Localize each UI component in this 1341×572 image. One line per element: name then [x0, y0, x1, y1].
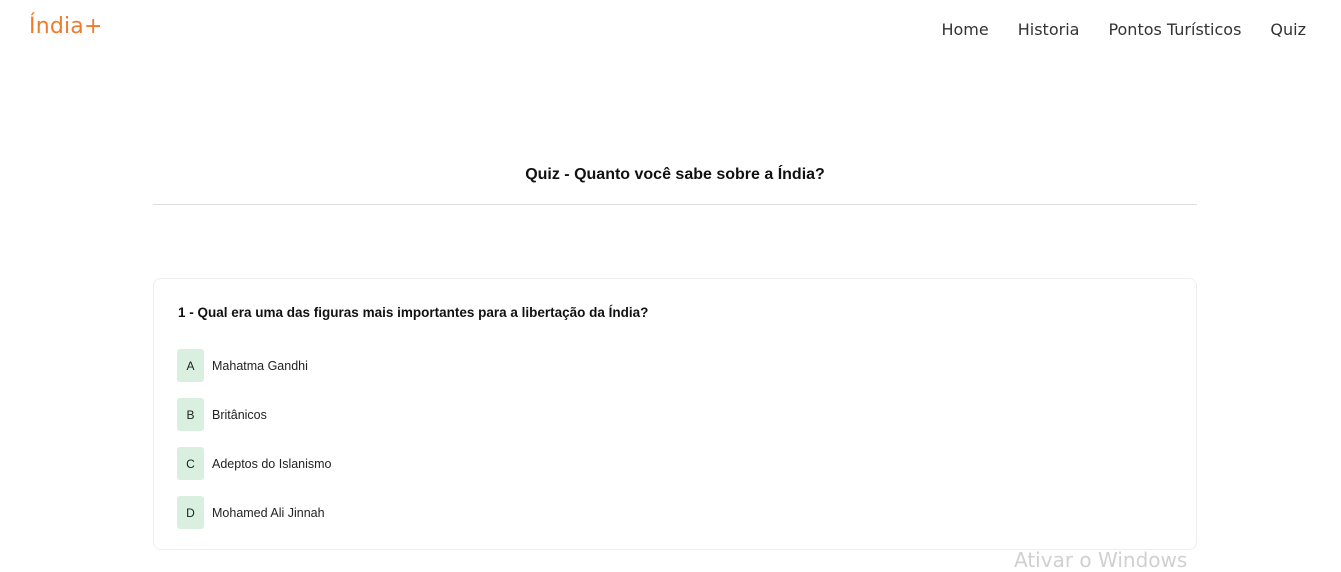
- option-text: Mohamed Ali Jinnah: [212, 505, 325, 520]
- nav-link-home[interactable]: Home: [941, 20, 988, 39]
- nav-link-historia[interactable]: Historia: [1018, 20, 1080, 39]
- nav-link-pontos-turisticos[interactable]: Pontos Turísticos: [1108, 20, 1241, 39]
- windows-activation-watermark: Ativar o Windows: [1014, 548, 1188, 572]
- option-a[interactable]: A Mahatma Gandhi: [177, 349, 308, 382]
- nav-links: Home Historia Pontos Turísticos Quiz: [941, 20, 1306, 39]
- question-card: 1 - Qual era uma das figuras mais import…: [153, 278, 1197, 550]
- option-letter: A: [177, 349, 204, 382]
- option-c[interactable]: C Adeptos do Islanismo: [177, 447, 332, 480]
- option-text: Britânicos: [212, 407, 267, 422]
- option-letter: D: [177, 496, 204, 529]
- option-letter: C: [177, 447, 204, 480]
- question-text: 1 - Qual era uma das figuras mais import…: [178, 305, 649, 320]
- nav-link-quiz[interactable]: Quiz: [1270, 20, 1306, 39]
- option-letter: B: [177, 398, 204, 431]
- option-text: Mahatma Gandhi: [212, 358, 308, 373]
- option-d[interactable]: D Mohamed Ali Jinnah: [177, 496, 325, 529]
- title-divider: [153, 204, 1197, 205]
- navbar: Índia+ Home Historia Pontos Turísticos Q…: [0, 0, 1341, 62]
- quiz-title: Quiz - Quanto você sabe sobre a Índia?: [525, 166, 825, 183]
- option-b[interactable]: B Britânicos: [177, 398, 267, 431]
- option-text: Adeptos do Islanismo: [212, 456, 332, 471]
- brand-logo[interactable]: Índia+: [29, 14, 103, 39]
